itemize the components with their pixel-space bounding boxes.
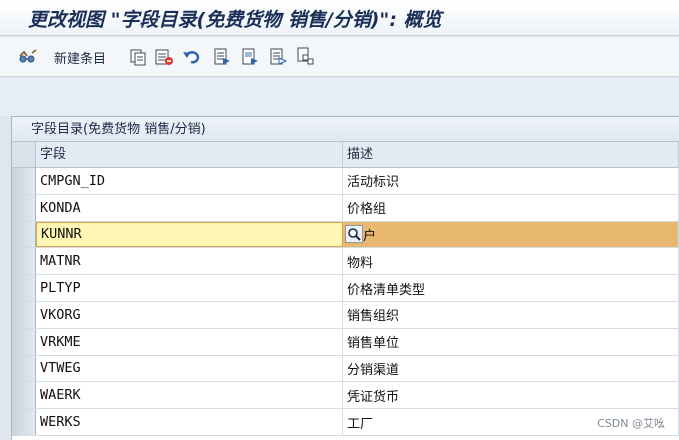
select-block-button[interactable] [240, 46, 260, 68]
table-row[interactable]: KUNNR 户 [12, 221, 679, 249]
table-row[interactable]: MATNR 物料 [12, 248, 679, 276]
description-cell: 活动标识 [343, 168, 679, 194]
field-cell[interactable]: VTWEG [36, 355, 343, 382]
description-text: 价格组 [347, 202, 387, 218]
table-row[interactable]: CMPGN_ID 活动标识 [12, 168, 679, 195]
description-text: 物料 [347, 255, 374, 271]
table-row[interactable]: PLTYP 价格清单类型 [12, 275, 679, 302]
description-cell: 物料 [343, 248, 679, 275]
description-text: 凭证货币 [347, 389, 400, 405]
table-row[interactable]: KONDA 价格组 [12, 194, 679, 222]
description-cell: 销售组织 [343, 301, 679, 328]
display-change-button[interactable] [18, 46, 38, 68]
deselect-all-icon [268, 47, 288, 67]
description-text: 工厂 [347, 416, 374, 432]
table-row[interactable]: WAERK 凭证货币 [12, 382, 679, 410]
row-selector[interactable] [12, 409, 36, 435]
table-control: 字段目录(免费货物 销售/分销) 字段 描述 CMPGN_ID 活动标识 KONDA… [11, 116, 679, 440]
table-row[interactable]: WERKS 工厂 [12, 409, 679, 436]
delete-button[interactable] [154, 46, 174, 68]
description-cell: 凭证货币 [343, 382, 679, 409]
description-cell: 价格组 [343, 194, 679, 221]
description-text: 分销渠道 [347, 362, 400, 378]
watermark: CSDN @艾吆 [597, 417, 665, 430]
glasses-icon [18, 47, 38, 67]
field-cell[interactable]: WERKS [36, 409, 343, 435]
description-text: 户 [363, 228, 377, 244]
description-text: 销售组织 [347, 309, 400, 325]
table-row[interactable]: VTWEG 分销渠道 [12, 355, 679, 383]
description-text: 销售单位 [347, 336, 400, 352]
select-all-rows-button[interactable] [12, 142, 36, 167]
table-title: 字段目录(免费货物 销售/分销) [12, 117, 679, 142]
deselect-all-button[interactable] [268, 46, 288, 68]
row-selector[interactable] [12, 275, 36, 301]
field-cell[interactable]: PLTYP [36, 275, 343, 301]
delete-icon [154, 47, 174, 67]
field-cell[interactable]: CMPGN_ID [36, 168, 343, 194]
field-cell[interactable]: MATNR [36, 248, 343, 275]
undo-button[interactable] [182, 46, 202, 68]
work-area-header [0, 78, 679, 116]
description-cell: 分销渠道 [343, 355, 679, 382]
undo-icon [182, 47, 202, 67]
title-bar: 更改视图 "字段目录(免费货物 销售/分销)": 概览 [0, 0, 679, 36]
table-row[interactable]: VRKME 销售单位 [12, 328, 679, 356]
field-cell[interactable]: VRKME [36, 328, 343, 355]
row-selector[interactable] [12, 355, 36, 382]
row-selector[interactable] [12, 382, 36, 409]
description-cell: 价格清单类型 [343, 275, 679, 301]
select-all-icon [212, 47, 232, 67]
search-help-icon[interactable] [345, 225, 363, 244]
row-selector[interactable] [12, 194, 36, 221]
column-header-description[interactable]: 描述 [343, 142, 679, 167]
field-cell[interactable]: KONDA [36, 194, 343, 221]
table-body: CMPGN_ID 活动标识 KONDA 价格组 KUNNR 户 MATNR 物料 PLTYP 价格… [12, 168, 679, 436]
copy-icon [128, 47, 148, 67]
description-text: 活动标识 [347, 175, 400, 191]
description-cell: 销售单位 [343, 328, 679, 355]
window-title: 更改视图 "字段目录(免费货物 销售/分销)": 概览 [28, 9, 442, 31]
row-selector[interactable] [12, 221, 36, 248]
field-cell[interactable]: WAERK [36, 382, 343, 409]
copy-entries-button[interactable] [296, 46, 316, 68]
row-selector[interactable] [12, 168, 36, 194]
row-selector[interactable] [12, 301, 36, 328]
application-toolbar: 新建条目 [0, 37, 679, 77]
copy-entries-icon [296, 47, 316, 67]
description-text: 价格清单类型 [347, 282, 426, 298]
new-entries-label: 新建条目 [54, 51, 107, 67]
new-entries-button[interactable]: 新建条目 [48, 46, 106, 68]
column-header-field[interactable]: 字段 [36, 142, 343, 167]
table-row[interactable]: VKORG 销售组织 [12, 301, 679, 329]
description-cell: 户 [343, 221, 679, 248]
select-block-icon [240, 47, 260, 67]
field-cell[interactable]: VKORG [36, 301, 343, 328]
row-selector[interactable] [12, 328, 36, 355]
row-selector[interactable] [12, 248, 36, 275]
field-cell[interactable]: KUNNR [36, 221, 343, 248]
table-header: 字段 描述 [12, 142, 679, 168]
copy-button[interactable] [128, 46, 148, 68]
select-all-button[interactable] [212, 46, 232, 68]
